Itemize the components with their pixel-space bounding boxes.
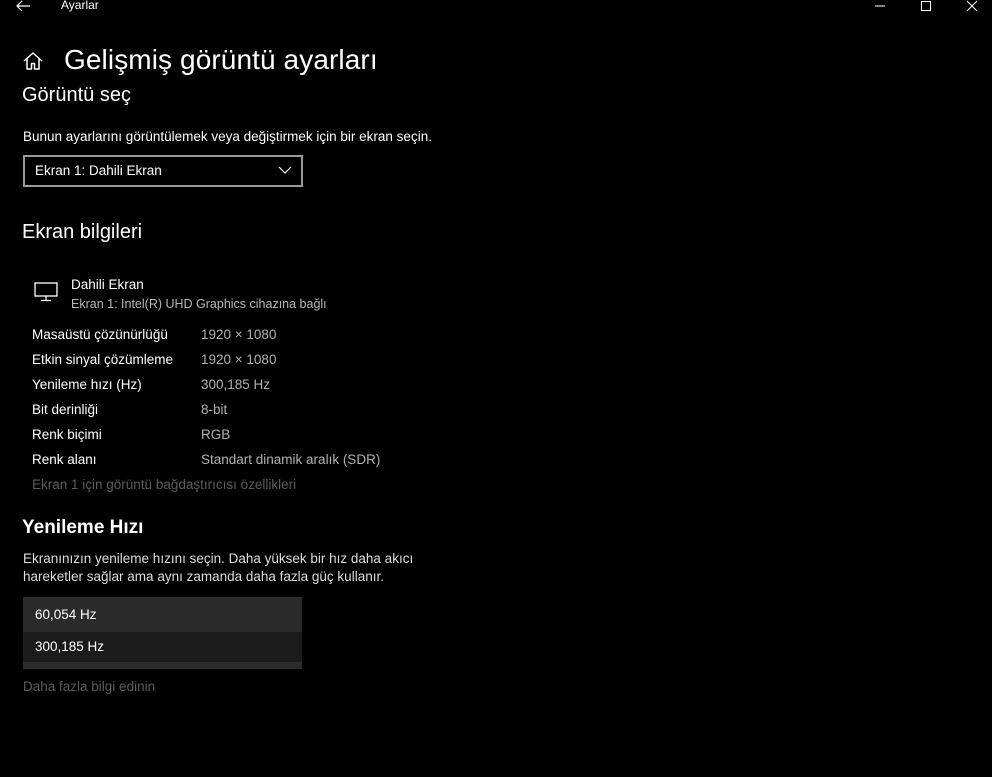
refresh-rate-dropdown[interactable]: 60,054 Hz 300,185 Hz [23,597,302,669]
info-label: Renk biçimi [32,427,102,442]
refresh-rate-description-line2: hareketler sağlar ama aynı zamanda daha … [23,569,384,584]
home-button[interactable] [22,50,44,72]
info-label: Yenileme hızı (Hz) [32,377,142,392]
refresh-rate-option-label: 60,054 Hz [35,607,97,622]
display-select[interactable]: Ekran 1: Dahili Ekran [23,155,303,187]
page-title: Gelişmiş görüntü ayarları [64,44,378,75]
close-button[interactable] [949,0,992,15]
back-arrow-icon [16,0,30,12]
info-label: Etkin sinyal çözümleme [32,352,174,367]
info-row-active-signal: Etkin sinyal çözümleme 1920 × 1080 [32,352,532,372]
info-row-bit-depth: Bit derinliği 8-bit [32,402,532,422]
refresh-rate-option[interactable]: 300,185 Hz [23,632,302,662]
minimize-button[interactable] [857,0,903,15]
chevron-down-icon [278,166,292,174]
info-value: 8-bit [201,402,228,417]
info-value: Standart dinamik aralık (SDR) [201,452,381,467]
info-row-refresh-rate: Yenileme hızı (Hz) 300,185 Hz [32,377,532,397]
title-bar: Ayarlar [0,0,992,14]
info-label: Renk alanı [32,452,97,467]
info-row-color-space: Renk alanı Standart dinamik aralık (SDR) [32,452,532,472]
refresh-rate-description-line1: Ekranınızın yenileme hızını seçin. Daha … [23,551,414,566]
home-icon [23,52,43,70]
window-title: Ayarlar [61,0,99,12]
info-row-color-format: Renk biçimi RGB [32,427,532,447]
display-subtitle: Ekran 1: Intel(R) UHD Graphics cihazına … [71,297,327,311]
refresh-rate-option-label: 300,185 Hz [35,639,105,654]
info-value: 300,185 Hz [201,377,271,392]
refresh-rate-heading: Yenileme Hızı [22,517,144,538]
refresh-rate-option[interactable]: 60,054 Hz [23,600,302,630]
back-button[interactable] [14,0,32,14]
adapter-properties-link[interactable]: Ekran 1 için görüntü bağdaştırıcısı özel… [32,477,296,492]
info-label: Masaüstü çözünürlüğü [32,327,168,342]
monitor-icon [34,282,58,302]
maximize-button[interactable] [903,0,949,15]
display-select-value: Ekran 1: Dahili Ekran [35,163,162,178]
close-icon [966,0,978,12]
minimize-icon [875,5,885,7]
info-value: 1920 × 1080 [201,352,277,367]
display-name: Dahili Ekran [71,277,144,292]
info-value: RGB [201,427,231,442]
info-label: Bit derinliği [32,402,99,417]
select-display-heading: Görüntü seç [22,84,131,106]
info-row-desktop-resolution: Masaüstü çözünürlüğü 1920 × 1080 [32,327,532,347]
info-value: 1920 × 1080 [201,327,277,342]
display-info-heading: Ekran bilgileri [22,221,143,243]
select-display-description: Bunun ayarlarını görüntülemek veya değiş… [23,129,432,144]
learn-more-link[interactable]: Daha fazla bilgi edinin [23,679,155,694]
maximize-icon [921,1,931,11]
